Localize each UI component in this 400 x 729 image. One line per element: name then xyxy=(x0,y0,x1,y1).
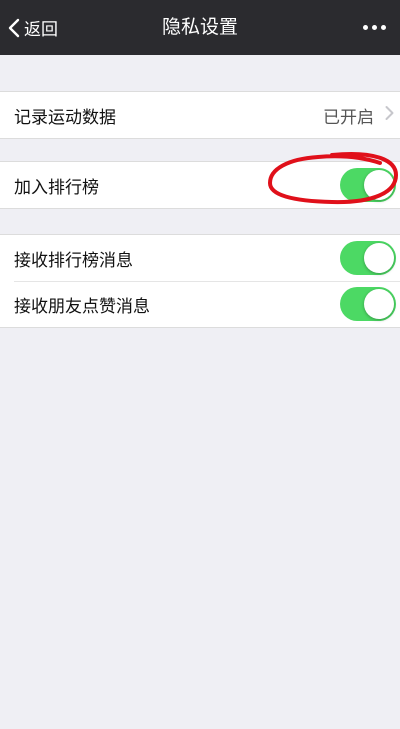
settings-row-record-sport-data[interactable]: 记录运动数据 已开启 xyxy=(0,92,400,138)
settings-group-leaderboard: 加入排行榜 xyxy=(0,161,400,209)
more-dots-icon xyxy=(361,25,388,30)
row-label: 记录运动数据 xyxy=(14,107,116,128)
row-label: 接收排行榜消息 xyxy=(14,250,133,271)
settings-group-messages: 接收排行榜消息 接收朋友点赞消息 xyxy=(0,234,400,328)
navigation-bar: 返回 隐私设置 xyxy=(0,0,400,55)
more-button[interactable] xyxy=(354,0,394,55)
friend-like-messages-toggle[interactable] xyxy=(340,287,396,321)
chevron-right-icon xyxy=(385,106,394,125)
back-button[interactable]: 返回 xyxy=(0,0,58,55)
row-label: 接收朋友点赞消息 xyxy=(14,296,150,317)
row-label: 加入排行榜 xyxy=(14,177,99,198)
toggle-knob xyxy=(364,289,394,319)
leaderboard-messages-toggle[interactable] xyxy=(340,241,396,275)
join-leaderboard-toggle[interactable] xyxy=(340,168,396,202)
chevron-left-icon xyxy=(8,18,20,38)
page-title: 隐私设置 xyxy=(161,16,238,38)
toggle-knob xyxy=(364,243,394,273)
settings-row-leaderboard-messages: 接收排行榜消息 xyxy=(0,235,400,281)
back-label: 返回 xyxy=(24,20,58,40)
settings-group-record: 记录运动数据 已开启 xyxy=(0,91,400,139)
row-value: 已开启 xyxy=(323,107,374,128)
toggle-knob xyxy=(364,170,394,200)
settings-row-join-leaderboard: 加入排行榜 xyxy=(0,162,400,208)
settings-row-friend-like-messages: 接收朋友点赞消息 xyxy=(0,281,400,327)
